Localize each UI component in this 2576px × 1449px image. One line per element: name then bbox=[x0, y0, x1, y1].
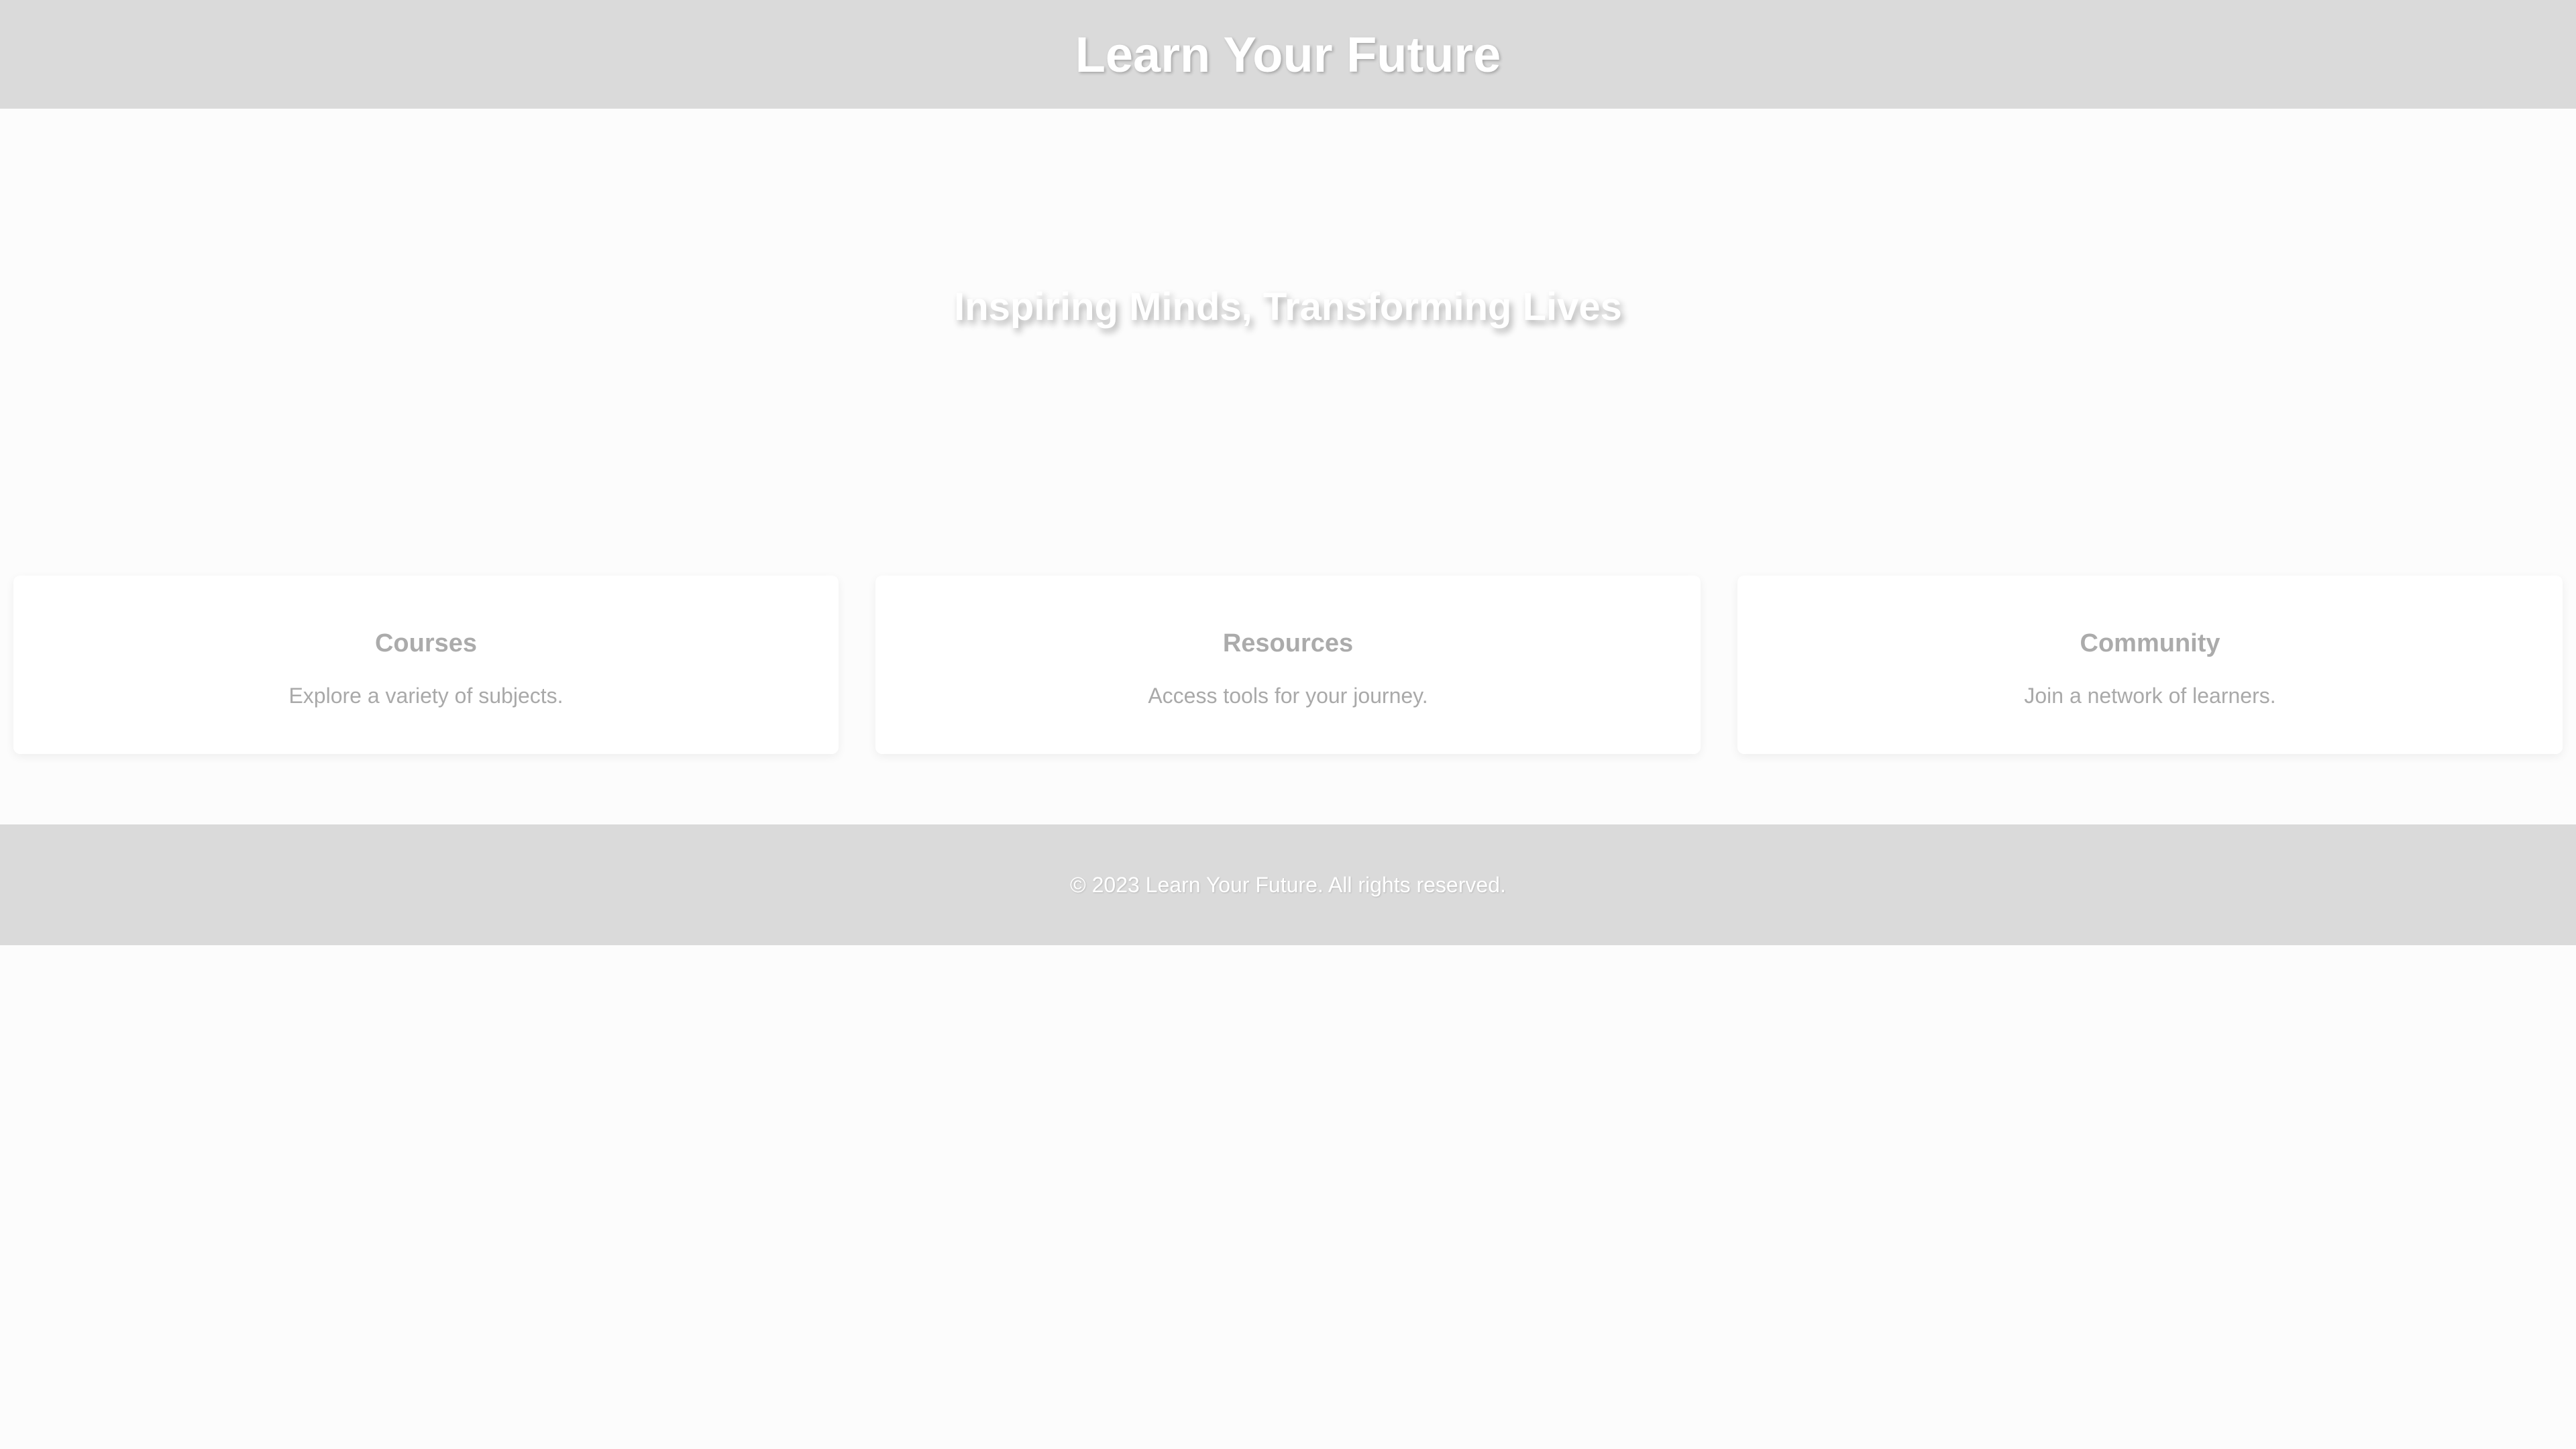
feature-card-title: Community bbox=[2080, 629, 2220, 657]
feature-card-description: Join a network of learners. bbox=[2024, 684, 2276, 708]
feature-card-title: Resources bbox=[1222, 629, 1354, 657]
hero-section: Inspiring Minds, Transforming Lives bbox=[0, 109, 2576, 578]
site-footer: © 2023 Learn Your Future. All rights res… bbox=[0, 824, 2576, 945]
feature-card-community[interactable]: Community Join a network of learners. bbox=[1737, 576, 2563, 754]
hero-tagline: Inspiring Minds, Transforming Lives bbox=[954, 285, 1622, 329]
site-title: Learn Your Future bbox=[1075, 26, 1501, 83]
footer-copyright: © 2023 Learn Your Future. All rights res… bbox=[1070, 872, 1506, 897]
feature-card-description: Access tools for your journey. bbox=[1148, 684, 1428, 708]
feature-cards: Courses Explore a variety of subjects. R… bbox=[13, 576, 2563, 754]
site-header: Learn Your Future bbox=[0, 0, 2576, 109]
feature-card-title: Courses bbox=[374, 629, 478, 657]
feature-card-resources[interactable]: Resources Access tools for your journey. bbox=[875, 576, 1701, 754]
feature-card-description: Explore a variety of subjects. bbox=[288, 684, 564, 708]
feature-card-courses[interactable]: Courses Explore a variety of subjects. bbox=[13, 576, 839, 754]
